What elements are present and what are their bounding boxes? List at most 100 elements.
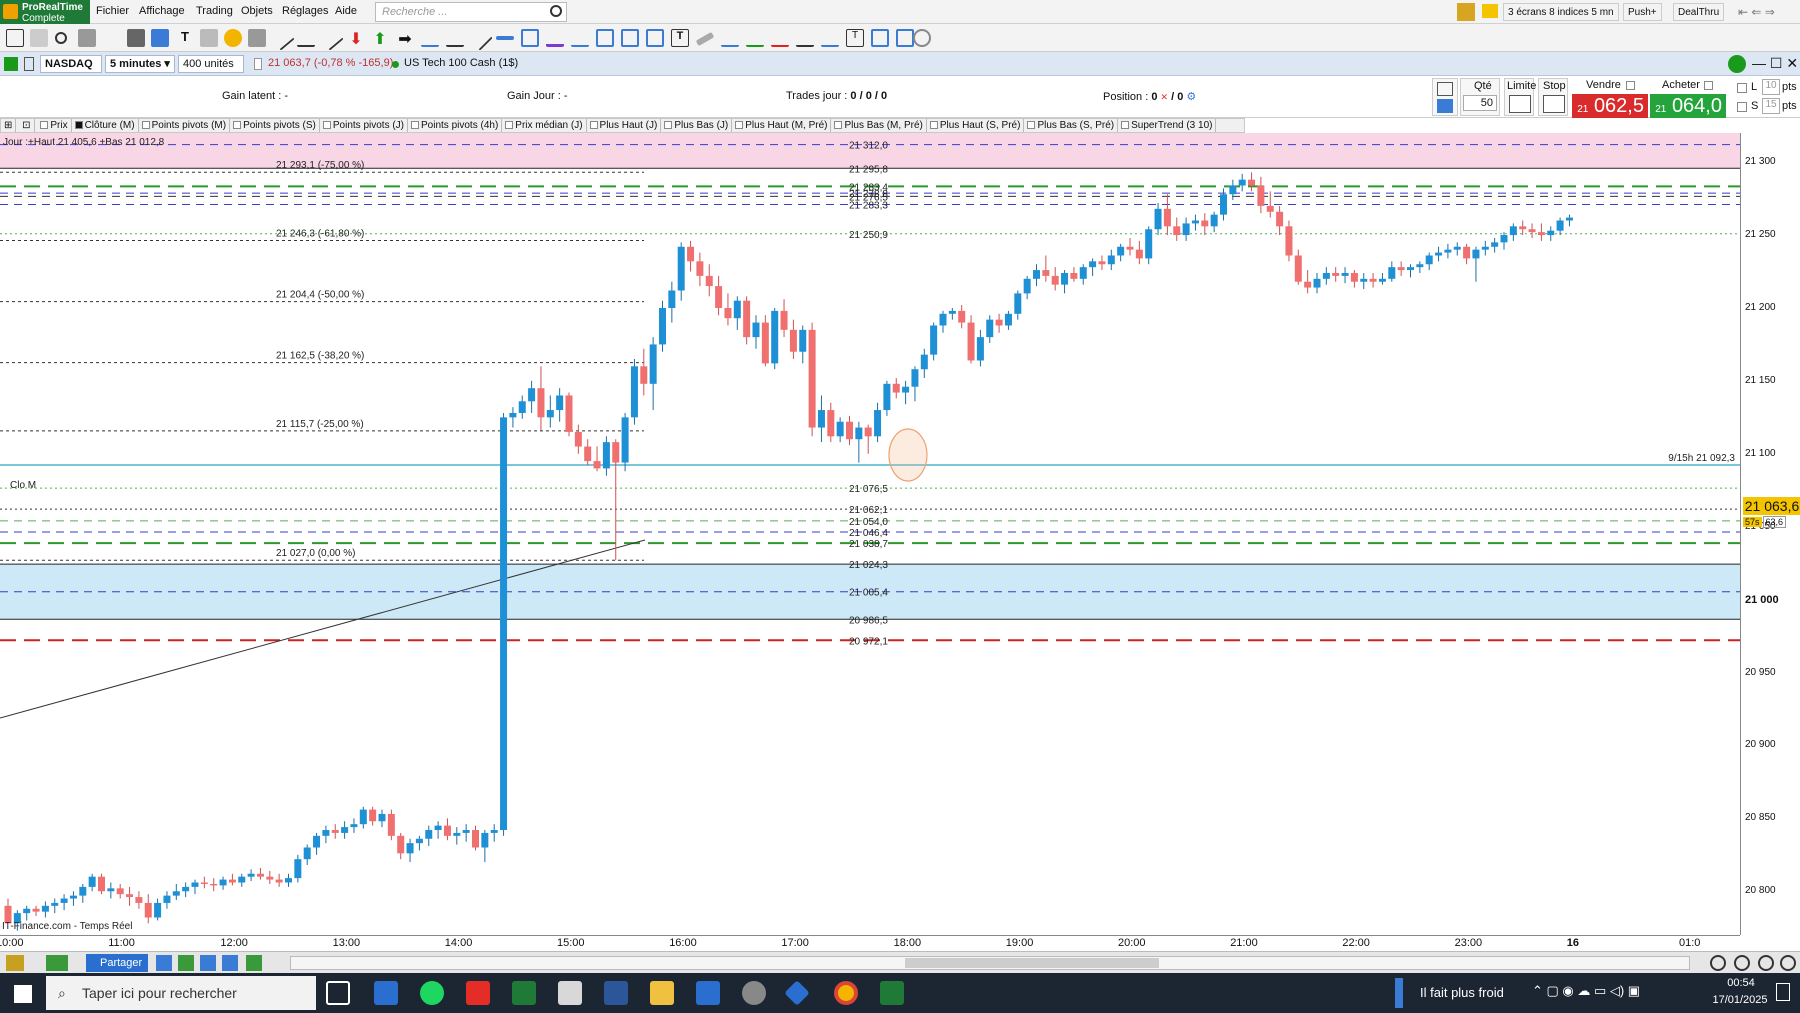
price-chart[interactable]: 21 312,021 295,821 283,421 278,821 276,5…	[0, 133, 1740, 935]
text-icon[interactable]: T	[176, 29, 194, 47]
fibo-extension-icon[interactable]	[621, 29, 639, 47]
indicator-tab[interactable]: Plus Bas (J)	[661, 119, 733, 132]
link-icon[interactable]	[4, 57, 18, 71]
box-icon[interactable]	[871, 29, 889, 47]
draw-mode-icon[interactable]	[6, 955, 24, 971]
clock-time[interactable]: 00:54	[1716, 977, 1766, 989]
stop-order-button[interactable]	[1543, 95, 1565, 113]
window-controls-icon[interactable]: ⇤ ⇐ ⇒	[1738, 5, 1775, 19]
layout-button[interactable]: 3 écrans 8 indices 5 mn	[1503, 3, 1619, 21]
tray-icons[interactable]: ⌃ ▢ ◉ ☁ ▭ ◁) ▣	[1532, 983, 1640, 999]
calculator-app-icon[interactable]	[696, 981, 720, 1005]
indicator-tab[interactable]: Prix	[37, 119, 72, 132]
price-axis[interactable]: 21 30021 25021 20021 15021 10021 05021 0…	[1740, 133, 1800, 935]
indicator-tab[interactable]: Plus Haut (J)	[587, 119, 662, 132]
wrench-icon[interactable]	[1437, 82, 1453, 96]
autoscale-icon[interactable]	[1780, 955, 1796, 971]
menu-objets[interactable]: Objets	[241, 5, 273, 17]
app-icon-3[interactable]	[784, 980, 810, 1006]
indicator-tab[interactable]: Plus Haut (M, Pré)	[732, 119, 832, 132]
trendline-icon[interactable]	[269, 25, 295, 51]
indicator-checkbox[interactable]	[1121, 121, 1130, 129]
clock-date[interactable]: 17/01/2025	[1708, 994, 1772, 1006]
word-icon[interactable]	[604, 981, 628, 1005]
units-select[interactable]: 400 unités ▾	[178, 55, 244, 86]
indicator-checkbox[interactable]	[322, 121, 331, 129]
indicator-checkbox[interactable]	[40, 121, 49, 129]
add-indicator-icon[interactable]: ⊞	[1, 119, 17, 132]
indicator-checkbox[interactable]	[1027, 121, 1036, 129]
andrews-icon[interactable]	[796, 29, 814, 47]
label-icon[interactable]: T	[846, 29, 864, 47]
cursor-icon[interactable]	[30, 29, 48, 47]
indicator-tab[interactable]: Plus Haut (S, Pré)	[927, 119, 1025, 132]
excel-icon[interactable]	[512, 981, 536, 1005]
menu-affichage[interactable]: Affichage	[139, 5, 185, 17]
magic-wand-icon[interactable]	[127, 29, 145, 47]
s-input[interactable]: 15	[1762, 98, 1780, 114]
segment-icon[interactable]	[297, 29, 315, 47]
indicator-tab[interactable]: Points pivots (M)	[139, 119, 231, 132]
app-icon-1[interactable]	[374, 981, 398, 1005]
fibo-retracement-icon[interactable]	[596, 29, 614, 47]
grid-icon[interactable]	[896, 29, 914, 47]
timeframe-select[interactable]: 5 minutes ▾	[105, 55, 175, 73]
lock-icon[interactable]	[24, 57, 34, 71]
indicator-checkbox[interactable]	[834, 121, 843, 129]
indicator-tab[interactable]: Plus Bas (S, Pré)	[1024, 119, 1119, 132]
search-input[interactable]: Recherche ...	[375, 2, 567, 22]
calculator-icon[interactable]	[1437, 99, 1453, 113]
indicator-checkbox[interactable]	[664, 121, 673, 129]
info-icon[interactable]	[254, 58, 262, 70]
sell-arrow-icon[interactable]: ⬇	[347, 29, 365, 48]
zoom-out-icon[interactable]	[1734, 955, 1750, 971]
menu-fichier[interactable]: Fichier	[96, 5, 129, 17]
sell-button[interactable]: 21 062,5	[1572, 94, 1648, 118]
pencil-icon[interactable]	[6, 29, 24, 47]
channel-icon[interactable]	[421, 29, 439, 47]
fibo-fan-icon[interactable]	[646, 29, 664, 47]
textbox-icon[interactable]: T	[671, 29, 689, 47]
zoom-icon[interactable]	[55, 32, 67, 44]
grid-layout-icon[interactable]	[178, 955, 194, 971]
horizontal-scrollbar[interactable]	[290, 956, 1690, 970]
indicator-tab[interactable]: Points pivots (4h)	[408, 119, 503, 132]
push-button[interactable]: Push+	[1623, 3, 1662, 21]
wave-icon[interactable]	[746, 29, 764, 47]
hband-icon[interactable]	[496, 36, 514, 40]
prorealtime-icon[interactable]	[880, 981, 904, 1005]
menu-trading[interactable]: Trading	[196, 5, 233, 17]
dealthru-button[interactable]: DealThru	[1673, 3, 1725, 21]
indicator-tab[interactable]: Clôture (M)	[72, 119, 139, 132]
screener-icon[interactable]	[246, 955, 262, 971]
weather-icon[interactable]	[1395, 978, 1403, 1008]
points-icon[interactable]	[821, 29, 839, 47]
menu-reglages[interactable]: Réglages	[282, 5, 328, 17]
indicator-tab[interactable]: Prix médian (J)	[502, 119, 587, 132]
zigzag-icon[interactable]	[771, 29, 789, 47]
indicator-tab[interactable]: Points pivots (J)	[320, 119, 409, 132]
indicator-checkbox[interactable]	[411, 121, 420, 129]
indicator-tab[interactable]: Points pivots (S)	[230, 119, 320, 132]
blue-line-icon[interactable]	[571, 29, 589, 47]
indicator-checkbox[interactable]	[929, 121, 938, 129]
l-checkbox[interactable]	[1737, 83, 1747, 93]
refresh-icon[interactable]	[1728, 55, 1746, 73]
windows-start-icon[interactable]	[14, 985, 32, 1003]
purple-line-icon[interactable]	[546, 29, 564, 47]
cycle-icon[interactable]	[913, 29, 931, 47]
arrow-icon[interactable]: ➡	[396, 29, 414, 48]
ruler-icon[interactable]	[78, 29, 96, 47]
folder-icon[interactable]	[650, 981, 674, 1005]
zoom-reset-icon[interactable]	[1758, 955, 1774, 971]
menu-aide[interactable]: Aide	[335, 5, 357, 17]
sell-info-icon[interactable]	[1626, 81, 1635, 90]
chrome-icon[interactable]	[834, 981, 858, 1005]
delete-icon[interactable]	[248, 29, 266, 47]
indicator-tab[interactable]: Plus Bas (M, Pré)	[831, 119, 927, 132]
search-icon[interactable]	[550, 5, 562, 17]
buy-info-icon[interactable]	[1704, 81, 1713, 90]
marker-icon[interactable]	[695, 31, 715, 47]
indicator-checkbox[interactable]	[505, 121, 514, 129]
scrollbar-thumb[interactable]	[905, 958, 1159, 968]
